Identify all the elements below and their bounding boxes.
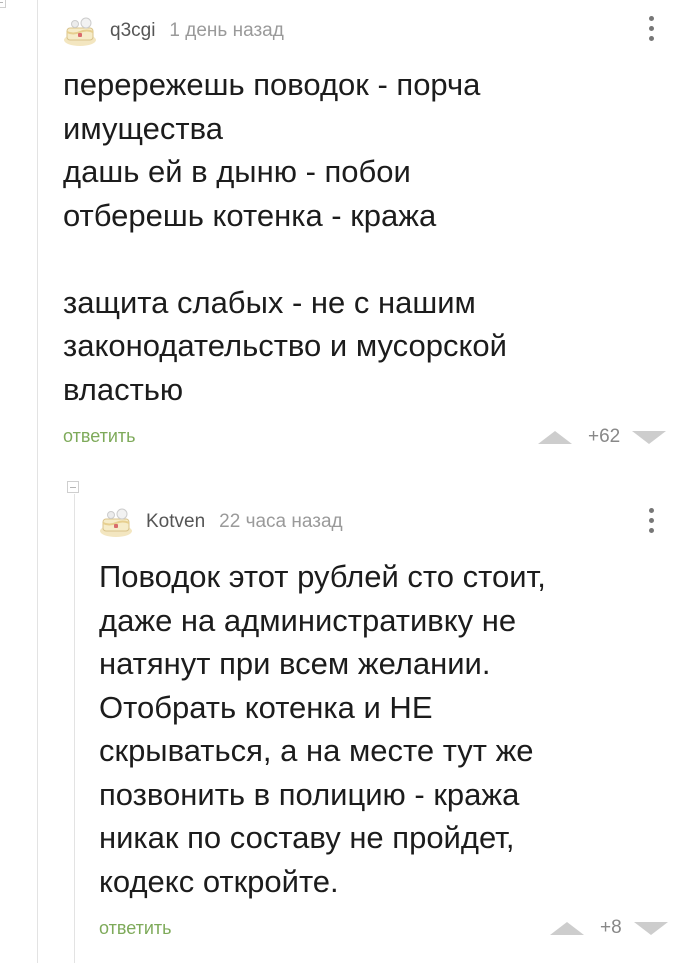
comment-timestamp[interactable]: 22 часа назад: [219, 511, 342, 533]
thread-line-reply: [74, 494, 75, 963]
rating-controls: +8: [550, 913, 668, 943]
thread-line-root: [37, 0, 38, 963]
collapse-icon[interactable]: [0, 0, 6, 8]
rating-value: +8: [600, 917, 622, 938]
upvote-icon[interactable]: [550, 921, 584, 935]
rating-value: +62: [588, 426, 621, 447]
reply-link[interactable]: ответить: [63, 426, 136, 447]
comment-timestamp[interactable]: 1 день назад: [169, 20, 283, 42]
rating-controls: +62: [538, 422, 667, 452]
cake-avatar-icon[interactable]: [98, 504, 134, 540]
comment-username[interactable]: Kotven: [146, 511, 205, 533]
more-vertical-icon[interactable]: [647, 508, 655, 533]
upvote-icon[interactable]: [538, 430, 572, 444]
comment-text: перережешь поводок - порча имущества даш…: [63, 67, 507, 407]
more-vertical-icon[interactable]: [647, 16, 655, 41]
comment-text: Поводок этот рублей сто стоит, даже на а…: [99, 559, 546, 899]
downvote-icon[interactable]: [632, 430, 667, 444]
cake-avatar-icon[interactable]: [62, 13, 98, 49]
reply-link[interactable]: ответить: [99, 918, 172, 939]
comment-username[interactable]: q3cgi: [110, 20, 155, 42]
downvote-icon[interactable]: [633, 921, 668, 935]
comment-header: Kotven 22 часа назад: [98, 502, 343, 542]
comment-header: q3cgi 1 день назад: [62, 11, 284, 51]
collapse-icon[interactable]: [67, 481, 79, 493]
